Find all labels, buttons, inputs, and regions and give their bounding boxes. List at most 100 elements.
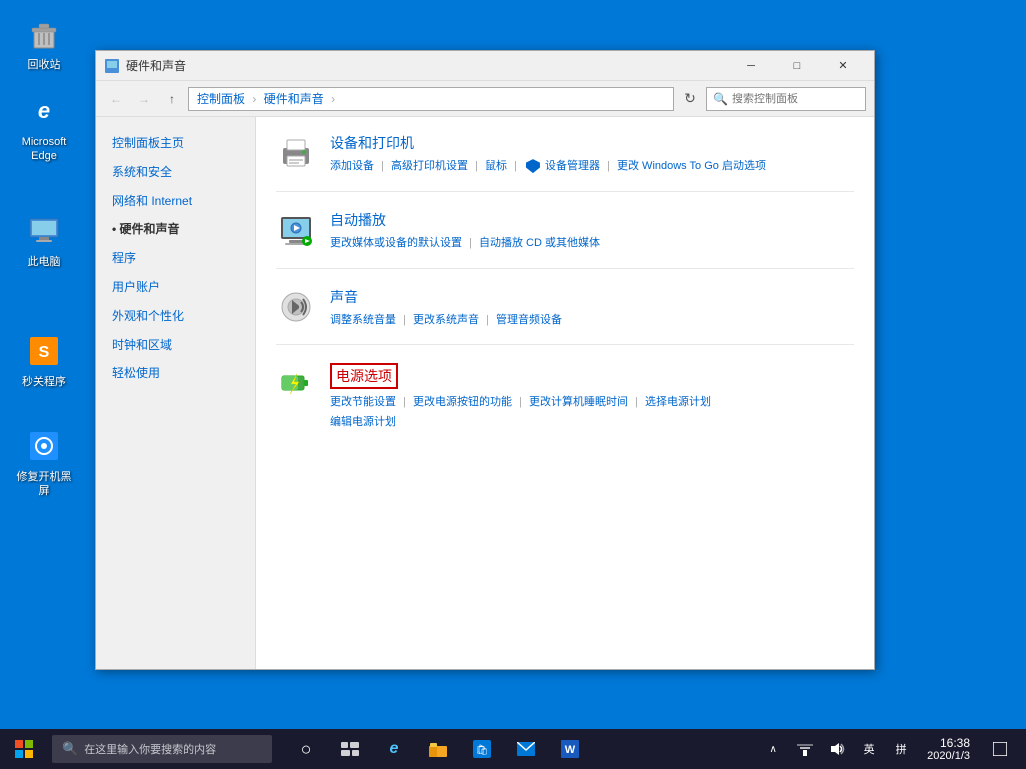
section-sound: 声音 调整系统音量 | 更改系统声音 | 管理音频设备 [276,287,854,346]
title-bar: 硬件和声音 ─ □ ✕ [96,51,874,81]
link-choose-plan[interactable]: 选择电源计划 [645,396,711,408]
link-change-default[interactable]: 更改媒体或设备的默认设置 [330,237,462,249]
devices-printers-body: 设备和打印机 添加设备 | 高级打印机设置 | 鼠标 | 设备管理器 | 更改 … [330,133,854,177]
link-add-device[interactable]: 添加设备 [330,160,374,172]
link-power-button[interactable]: 更改电源按钮的功能 [413,396,512,408]
tray-volume[interactable] [823,731,851,767]
clock-date: 2020/1/3 [927,750,970,762]
desktop-icon-edge[interactable]: e Microsoft Edge [8,85,80,170]
path-text: 控制面板 › 硬件和声音 › [197,90,339,107]
printer-section-icon [276,133,316,173]
sidebar-item-clock-region[interactable]: 时钟和区域 [96,331,255,360]
path-sep1: › [252,92,256,106]
tray-expand[interactable]: ∧ [759,731,787,767]
window-controls: ─ □ ✕ [728,51,866,81]
sound-links: 调整系统音量 | 更改系统声音 | 管理音频设备 [330,311,854,331]
minimize-button[interactable]: ─ [728,51,774,81]
link-advanced-print[interactable]: 高级打印机设置 [391,160,468,172]
link-sleep-time[interactable]: 更改计算机睡眠时间 [529,396,628,408]
taskbar-right: ∧ 英 拼 16:38 2020/1/3 [759,731,1026,767]
taskbar-btn-cortana[interactable]: ○ [288,731,324,767]
shortcuts-label: 秒关程序 [22,375,66,389]
back-button[interactable]: ← [104,87,128,111]
sidebar-item-appearance[interactable]: 外观和个性化 [96,302,255,331]
link-device-manager[interactable]: 设备管理器 [545,160,600,172]
sound-title[interactable]: 声音 [330,287,854,307]
autoplay-title[interactable]: 自动播放 [330,210,854,230]
start-button[interactable] [0,729,48,769]
search-icon: 🔍 [713,92,728,106]
taskbar-search-icon: 🔍 [62,741,78,757]
taskbar-search[interactable]: 🔍 在这里输入你要搜索的内容 [52,735,272,763]
link-mouse[interactable]: 鼠标 [485,160,507,172]
svg-text:S: S [39,344,50,361]
sidebar-item-network[interactable]: 网络和 Internet [96,187,255,216]
forward-button[interactable]: → [132,87,156,111]
power-options-title[interactable]: 电源选项 [330,363,398,389]
link-manage-audio[interactable]: 管理音频设备 [496,314,562,326]
svg-text:🛍: 🛍 [476,744,489,756]
taskbar-btn-mail[interactable] [508,731,544,767]
link-autoplay-cd[interactable]: 自动播放 CD 或其他媒体 [479,237,600,249]
section-devices-printers: 设备和打印机 添加设备 | 高级打印机设置 | 鼠标 | 设备管理器 | 更改 … [276,133,854,192]
link-windows-to-go[interactable]: 更改 Windows To Go 启动选项 [617,160,766,172]
autoplay-links: 更改媒体或设备的默认设置 | 自动播放 CD 或其他媒体 [330,234,854,254]
desktop-icon-computer[interactable]: 此电脑 [8,205,80,275]
address-path[interactable]: 控制面板 › 硬件和声音 › [188,87,674,111]
power-options-links: 更改节能设置 | 更改电源按钮的功能 | 更改计算机睡眠时间 | 选择电源计划 … [330,393,854,433]
refresh-button[interactable]: ↻ [678,87,702,111]
tray-ime[interactable]: 拼 [887,731,915,767]
shield-icon [526,159,540,173]
path-hardware-sound[interactable]: 硬件和声音 [264,92,324,106]
taskbar-search-text: 在这里输入你要搜索的内容 [84,741,216,757]
sidebar-item-programs[interactable]: 程序 [96,244,255,273]
devices-printers-links: 添加设备 | 高级打印机设置 | 鼠标 | 设备管理器 | 更改 Windows… [330,157,854,177]
system-clock[interactable]: 16:38 2020/1/3 [919,736,978,762]
path-control-panel[interactable]: 控制面板 [197,92,245,106]
section-autoplay: 自动播放 更改媒体或设备的默认设置 | 自动播放 CD 或其他媒体 [276,210,854,269]
desktop-icon-recycle[interactable]: 回收站 [8,8,80,78]
desktop-icon-shortcuts[interactable]: S 秒关程序 [8,325,80,395]
taskbar-btn-edge[interactable]: e [376,731,412,767]
sidebar: 控制面板主页 系统和安全 网络和 Internet 硬件和声音 程序 用户账户 … [96,117,256,669]
autoplay-body: 自动播放 更改媒体或设备的默认设置 | 自动播放 CD 或其他媒体 [330,210,854,254]
sidebar-item-user-accounts[interactable]: 用户账户 [96,273,255,302]
content-area: 控制面板主页 系统和安全 网络和 Internet 硬件和声音 程序 用户账户 … [96,117,874,669]
sidebar-item-control-panel-home[interactable]: 控制面板主页 [96,129,255,158]
maximize-button[interactable]: □ [774,51,820,81]
notification-button[interactable] [982,731,1018,767]
sidebar-item-ease-access[interactable]: 轻松使用 [96,359,255,388]
edge-label: Microsoft Edge [22,135,67,164]
up-button[interactable]: ↑ [160,87,184,111]
taskbar-btn-word[interactable]: W [552,731,588,767]
link-edit-plan[interactable]: 编辑电源计划 [330,416,396,428]
taskbar-btn-explorer[interactable] [420,731,456,767]
taskbar-btn-taskview[interactable] [332,731,368,767]
desktop-icon-repair[interactable]: 修复开机黑屏 [8,420,80,505]
sound-body: 声音 调整系统音量 | 更改系统声音 | 管理音频设备 [330,287,854,331]
link-energy-settings[interactable]: 更改节能设置 [330,396,396,408]
clock-time: 16:38 [927,736,970,750]
recycle-bin-label: 回收站 [28,58,61,72]
recycle-icon [24,14,64,54]
sidebar-item-hardware-sound[interactable]: 硬件和声音 [96,215,255,244]
taskbar-pinned: ○ e 🛍 [288,731,588,767]
taskbar-btn-store[interactable]: 🛍 [464,731,500,767]
tray-network[interactable] [791,731,819,767]
search-box: 🔍 [706,87,866,111]
computer-label: 此电脑 [28,255,61,269]
sound-section-icon [276,287,316,327]
window-title: 硬件和声音 [126,57,728,74]
autoplay-section-icon [276,210,316,250]
repair-label: 修复开机黑屏 [12,470,76,499]
search-input[interactable] [732,93,859,105]
window-icon [104,58,120,74]
close-button[interactable]: ✕ [820,51,866,81]
path-sep2: › [331,92,335,106]
edge-app-icon: e [24,91,64,131]
sidebar-item-system-security[interactable]: 系统和安全 [96,158,255,187]
devices-printers-title[interactable]: 设备和打印机 [330,133,854,153]
tray-language[interactable]: 英 [855,731,883,767]
link-adjust-volume[interactable]: 调整系统音量 [330,314,396,326]
link-change-sounds[interactable]: 更改系统声音 [413,314,479,326]
